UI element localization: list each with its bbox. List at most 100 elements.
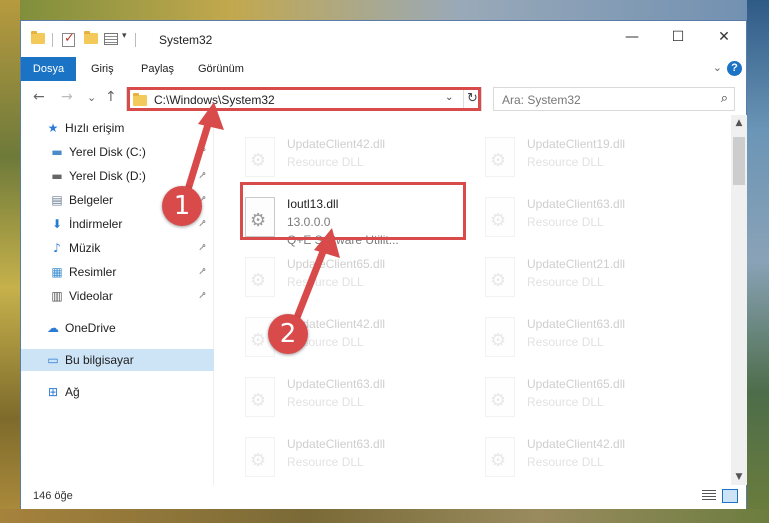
search-input[interactable]: Ara: System32: [502, 93, 581, 107]
file-description: Resource DLL: [287, 395, 364, 409]
pin-icon[interactable]: ⊸: [192, 237, 213, 258]
expand-ribbon-chevron-icon[interactable]: ⌄: [713, 61, 722, 74]
desktop-background-top: [0, 0, 769, 20]
file-item[interactable]: UpdateClient65.dll Resource DLL: [477, 371, 701, 427]
download-icon: ⬇: [51, 217, 63, 231]
pin-icon[interactable]: ⊸: [192, 285, 213, 306]
file-name: UpdateClient21.dll: [527, 257, 626, 271]
help-icon[interactable]: ?: [727, 61, 742, 76]
dll-file-icon: [485, 437, 515, 477]
close-button[interactable]: ✕: [701, 21, 747, 53]
new-folder-icon[interactable]: [84, 31, 98, 44]
file-description: Resource DLL: [527, 215, 604, 229]
title-bar: ▾ System32 — ☐ ✕: [21, 21, 746, 61]
sidebar-item-label: Resimler: [69, 265, 117, 279]
sidebar-item-label: Videolar: [69, 289, 113, 303]
scroll-down-arrow-icon[interactable]: ▼: [731, 469, 747, 485]
dll-file-icon: [245, 137, 275, 177]
scroll-thumb[interactable]: [733, 137, 745, 185]
video-icon: ▥: [51, 289, 63, 303]
file-name: UpdateClient42.dll: [527, 437, 626, 451]
maximize-button[interactable]: ☐: [655, 21, 701, 53]
file-name: UpdateClient19.dll: [527, 137, 626, 151]
search-icon[interactable]: ⌕: [721, 91, 728, 106]
sidebar-item[interactable]: ⊞ Ağ: [21, 381, 214, 403]
file-name: UpdateClient63.dll: [527, 317, 626, 331]
minimize-button[interactable]: —: [609, 21, 655, 53]
sidebar-item-label: Belgeler: [69, 193, 114, 207]
sidebar-item[interactable]: ▦ Resimler ⊸: [21, 261, 214, 283]
tab-view[interactable]: Görünüm: [198, 57, 244, 81]
view-options-icon[interactable]: [104, 33, 118, 45]
file-description: Resource DLL: [287, 155, 364, 169]
dll-file-icon: [245, 377, 275, 417]
sidebar-item-label: Yerel Disk (C:): [69, 145, 146, 159]
file-item[interactable]: UpdateClient63.dll Resource DLL: [237, 431, 461, 485]
sidebar-item[interactable]: ▥ Videolar ⊸: [21, 285, 214, 307]
file-item[interactable]: UpdateClient63.dll Resource DLL: [477, 191, 701, 247]
back-arrow-icon[interactable]: ←: [33, 89, 45, 105]
file-item[interactable]: UpdateClient42.dll Resource DLL: [237, 131, 461, 187]
file-explorer-window: ▾ System32 — ☐ ✕ Dosya Giriş Paylaş Görü…: [20, 20, 747, 509]
properties-check-icon[interactable]: [62, 31, 75, 47]
file-description: Resource DLL: [527, 395, 604, 409]
drive-icon: ▬: [51, 169, 63, 183]
step-badge-1: 1: [162, 186, 202, 226]
dll-file-icon: [485, 197, 515, 237]
file-name: UpdateClient65.dll: [527, 377, 626, 391]
forward-arrow-icon[interactable]: →: [61, 89, 73, 105]
sidebar-item-label: Hızlı erişim: [65, 121, 125, 135]
drive-icon: ▬: [51, 145, 63, 159]
file-name: UpdateClient63.dll: [527, 197, 626, 211]
window-title: System32: [159, 33, 213, 47]
file-name: UpdateClient42.dll: [287, 137, 386, 151]
desktop-background-left: [0, 0, 20, 523]
dll-file-icon: [245, 257, 275, 297]
dll-file-icon: [485, 317, 515, 357]
file-item[interactable]: UpdateClient21.dll Resource DLL: [477, 251, 701, 307]
sidebar-item[interactable]: ♪ Müzik ⊸: [21, 237, 214, 259]
search-box[interactable]: Ara: System32 ⌕: [493, 87, 735, 111]
sidebar-item-label: OneDrive: [65, 321, 116, 335]
up-arrow-icon[interactable]: ↑: [105, 89, 117, 105]
music-icon: ♪: [53, 241, 61, 255]
pin-icon[interactable]: ⊸: [192, 261, 213, 282]
status-bar: 146 öğe: [21, 485, 746, 509]
file-item[interactable]: UpdateClient19.dll Resource DLL: [477, 131, 701, 187]
computer-icon: ▭: [47, 353, 59, 367]
file-description: Resource DLL: [527, 455, 604, 469]
toolbar-separator: [52, 33, 53, 47]
file-item[interactable]: UpdateClient63.dll Resource DLL: [477, 311, 701, 367]
dll-file-icon: [485, 257, 515, 297]
step-badge-2: 2: [268, 314, 308, 354]
file-item[interactable]: UpdateClient42.dll Resource DLL: [477, 431, 701, 485]
quick-access-folder-icon[interactable]: [31, 31, 45, 44]
network-icon: ⊞: [47, 385, 59, 399]
recent-locations-chevron-icon[interactable]: ⌄: [87, 91, 96, 104]
customize-toolbar-chevron-icon[interactable]: ▾: [122, 31, 127, 41]
file-name: UpdateClient63.dll: [287, 437, 386, 451]
sidebar-item-label: Müzik: [69, 241, 101, 255]
tab-file[interactable]: Dosya: [21, 57, 76, 81]
sidebar-item-label: Yerel Disk (D:): [69, 169, 146, 183]
dll-file-icon: [245, 437, 275, 477]
file-highlight: [240, 182, 466, 240]
item-count: 146 öğe: [33, 490, 73, 502]
cloud-icon: ☁: [47, 321, 59, 335]
tab-home[interactable]: Giriş: [91, 57, 114, 81]
vertical-scrollbar[interactable]: ▲ ▼: [731, 115, 747, 485]
file-name: UpdateClient63.dll: [287, 377, 386, 391]
file-description: Resource DLL: [287, 455, 364, 469]
sidebar-item[interactable]: ☁ OneDrive: [21, 317, 214, 339]
ribbon-tabs: Dosya Giriş Paylaş Görünüm ⌄ ?: [21, 57, 746, 81]
details-view-icon[interactable]: [702, 490, 716, 502]
dll-file-icon: [485, 377, 515, 417]
sidebar-item[interactable]: ▭ Bu bilgisayar: [21, 349, 214, 371]
file-item[interactable]: UpdateClient63.dll Resource DLL: [237, 371, 461, 427]
large-icons-view-icon[interactable]: [722, 489, 738, 503]
sidebar-item-label: Ağ: [65, 385, 80, 399]
desktop-background-bottom: [0, 509, 769, 523]
tab-share[interactable]: Paylaş: [141, 57, 174, 81]
scroll-up-arrow-icon[interactable]: ▲: [731, 115, 747, 131]
documents-icon: ▤: [51, 193, 63, 207]
